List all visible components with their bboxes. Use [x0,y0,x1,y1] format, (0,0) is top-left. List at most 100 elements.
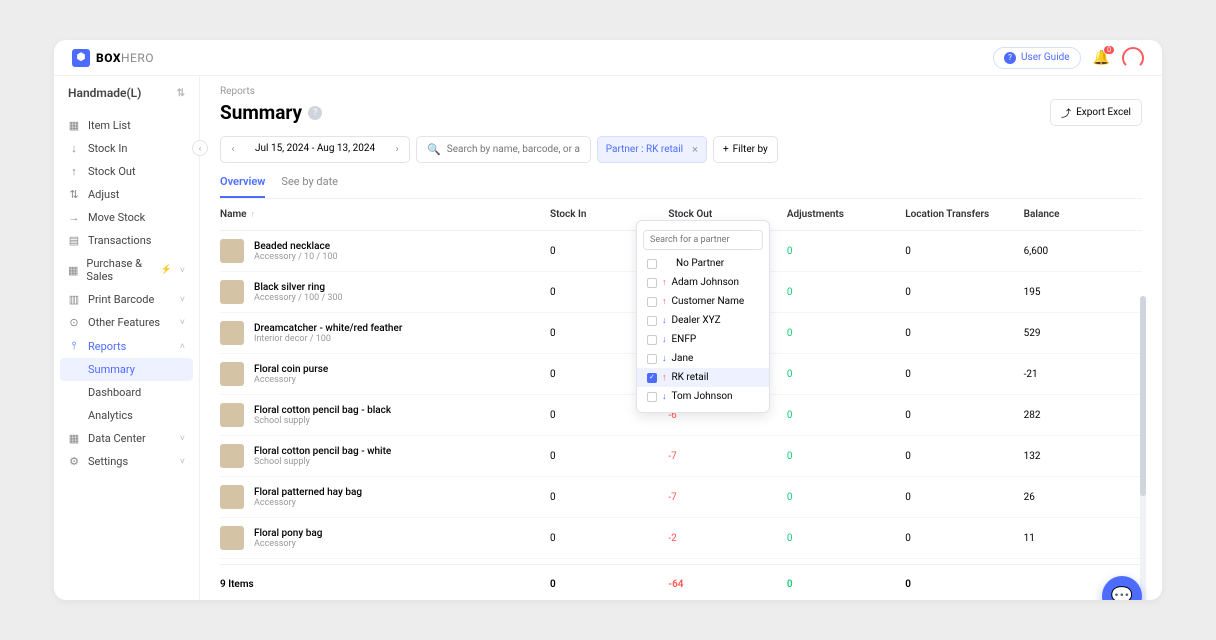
item-subtitle: Accessory / 10 / 100 [254,252,338,262]
date-next-button[interactable]: › [385,137,409,162]
partner-name: Tom Johnson [672,391,733,402]
table-row[interactable]: Floral cotton pencil bag - whiteSchool s… [220,436,1142,477]
team-selector[interactable]: Handmade(L) ⇅ [54,76,199,110]
chevron-down-icon: ˅ [180,294,185,305]
date-range-picker[interactable]: ‹ Jul 15, 2024 - Aug 13, 2024 › [220,136,410,163]
item-title: Black silver ring [254,282,343,293]
col-location-transfers[interactable]: Location Transfers [905,209,1023,220]
partner-name: ENFP [672,334,697,345]
nav-icon: ⇅ [68,188,80,201]
tab-overview[interactable]: Overview [220,175,265,198]
team-name: Handmade(L) [68,86,141,100]
cell-adjustments: 0 [787,533,905,544]
plus-icon: + [723,144,729,155]
item-subtitle: Accessory [254,498,362,508]
avatar[interactable] [1122,47,1144,69]
sidebar-item-move-stock[interactable]: →Move Stock [54,206,199,229]
nav-icon: ↑ [68,165,80,178]
filter-chip-remove-icon[interactable]: × [692,143,698,156]
partner-option-customer-name[interactable]: ↑Customer Name [637,292,769,311]
checkbox[interactable] [647,278,657,288]
sidebar-item-item-list[interactable]: ▦Item List [54,114,199,137]
chat-icon: 💬 [1111,586,1133,601]
partner-filter-chip[interactable]: Partner : RK retail × [597,136,707,163]
nav-label: Stock In [88,142,127,155]
checkbox[interactable] [647,316,657,326]
item-subtitle: Interior decor / 100 [254,334,402,344]
nav-icon: ⚙ [68,455,80,468]
scrollbar-thumb[interactable] [1140,296,1146,496]
filter-by-button[interactable]: + Filter by [713,136,778,163]
cell-location-transfers: 0 [905,533,1023,544]
sidebar-item-data-center[interactable]: ▦Data Center˅ [54,427,199,450]
checkbox[interactable] [647,335,657,345]
item-subtitle: School supply [254,457,391,467]
col-balance[interactable]: Balance [1024,209,1142,220]
item-title: Beaded necklace [254,241,338,252]
user-guide-button[interactable]: ? User Guide [993,47,1081,69]
partner-option-dealer-xyz[interactable]: ↓Dealer XYZ [637,311,769,330]
team-chevrons-icon: ⇅ [177,88,185,99]
bolt-icon: ⚡ [161,265,172,275]
partner-option-no-partner[interactable]: No Partner [637,254,769,273]
sidebar-item-stock-in[interactable]: ↓Stock In [54,137,199,160]
cell-adjustments: 0 [787,287,905,298]
sidebar-item-other-features[interactable]: ⊙Other Features˅ [54,311,199,334]
partner-option-jane[interactable]: ↓Jane [637,349,769,368]
sidebar-sub-summary[interactable]: Summary [60,358,193,381]
help-tooltip-icon[interactable]: ? [308,106,322,120]
cell-stock-in: 0 [550,533,668,544]
search-input-wrapper[interactable]: 🔍 [416,136,591,163]
checkbox[interactable] [647,259,657,269]
partner-search-input[interactable] [643,230,763,250]
date-range-label: Jul 15, 2024 - Aug 13, 2024 [245,137,385,162]
sidebar-sub-dashboard[interactable]: Dashboard [54,381,199,404]
col-name[interactable]: Name [220,209,247,220]
nav-label: Adjust [88,188,119,201]
partner-option-rk-retail[interactable]: ↑RK retail [637,368,769,387]
arrow-down-icon: ↓ [662,334,667,345]
footer-count: 9 Items [220,579,550,590]
sidebar-item-transactions[interactable]: ▤Transactions [54,229,199,252]
export-excel-button[interactable]: ⤴ Export Excel [1050,99,1142,126]
arrow-down-icon: ↓ [662,353,667,364]
sidebar-collapse-button[interactable]: ‹ [192,140,208,156]
item-thumbnail [220,485,244,509]
item-title: Floral patterned hay bag [254,487,362,498]
chevron-down-icon: ˅ [180,456,185,467]
col-adjustments[interactable]: Adjustments [787,209,905,220]
cell-location-transfers: 0 [905,410,1023,421]
sidebar-item-reports[interactable]: ⫯Reports˄ [54,334,199,358]
cell-balance: 11 [1024,533,1142,544]
col-stock-in[interactable]: Stock In [550,209,668,220]
sidebar-sub-analytics[interactable]: Analytics [54,404,199,427]
cell-stock-out: -2 [668,533,786,544]
sidebar-item-purchase-sales[interactable]: ▦Purchase & Sales⚡˅ [54,252,199,288]
brand-bold: BOX [96,51,121,65]
item-subtitle: Accessory / 100 / 300 [254,293,343,303]
nav-icon: ▦ [68,264,78,277]
col-stock-out[interactable]: Stock Out [668,209,786,220]
partner-option-tom-johnson[interactable]: ↓Tom Johnson [637,387,769,406]
cell-location-transfers: 0 [905,451,1023,462]
partner-option-enfp[interactable]: ↓ ENFP [637,330,769,349]
checkbox[interactable] [647,354,657,364]
checkbox[interactable] [647,297,657,307]
logo[interactable]: ⬢ BOXHERO [72,49,154,67]
sort-asc-icon[interactable]: ↑ [251,209,256,220]
sidebar-item-settings[interactable]: ⚙Settings˅ [54,450,199,473]
partner-option-adam-johnson[interactable]: ↑Adam Johnson [637,273,769,292]
search-input[interactable] [447,144,580,155]
date-prev-button[interactable]: ‹ [221,137,245,162]
item-title: Floral cotton pencil bag - black [254,405,391,416]
table-row[interactable]: Floral pony bagAccessory0-20011 [220,518,1142,559]
sidebar-item-adjust[interactable]: ⇅ Adjust [54,183,199,206]
checkbox[interactable] [647,373,657,383]
sidebar-item-stock-out[interactable]: ↑Stock Out [54,160,199,183]
table-row[interactable]: Floral patterned hay bagAccessory0-70026 [220,477,1142,518]
scrollbar-track[interactable] [1140,296,1146,600]
notifications-button[interactable]: 🔔 0 [1093,50,1110,66]
checkbox[interactable] [647,392,657,402]
tab-see-by-date[interactable]: See by date [281,175,338,198]
sidebar-item-print-barcode[interactable]: ▥Print Barcode˅ [54,288,199,311]
